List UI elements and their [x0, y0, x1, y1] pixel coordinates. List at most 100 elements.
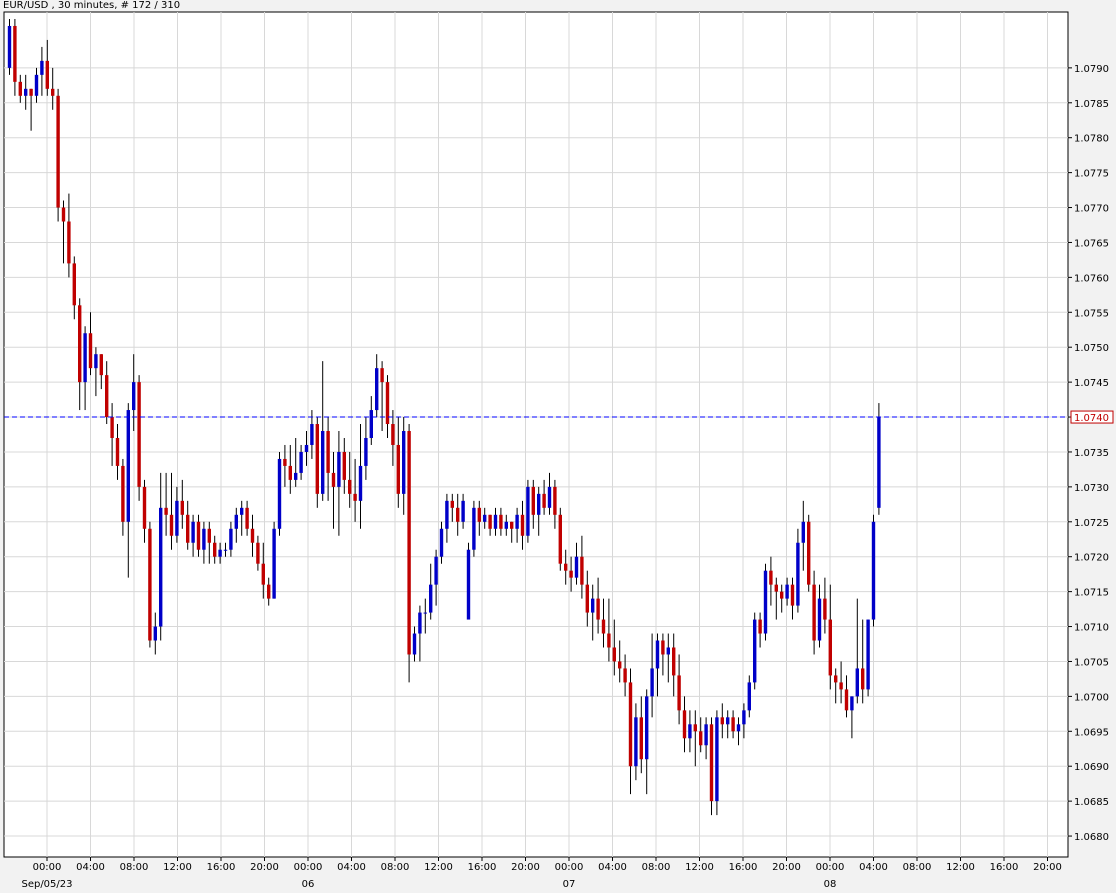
candle-body: [672, 647, 676, 676]
candle-body: [331, 472, 336, 487]
candle-body: [256, 542, 260, 564]
candle: [709, 717, 714, 816]
y-tick-label: 1.0735: [1074, 448, 1109, 459]
y-tick-label: 1.0780: [1074, 134, 1109, 145]
candle-body: [288, 465, 292, 480]
candle-body: [353, 493, 357, 501]
x-tick-label: 00:00: [816, 862, 845, 873]
candle-body: [78, 305, 82, 383]
x-tick-label: 20:00: [1033, 862, 1062, 873]
candle-body: [342, 451, 346, 480]
candle: [7, 18, 12, 75]
candle-body: [817, 598, 822, 641]
candle-body: [272, 528, 276, 599]
x-tick-label: 04:00: [859, 862, 888, 873]
candle-body: [418, 612, 422, 634]
candle-body: [601, 619, 606, 634]
candle-body: [731, 717, 735, 732]
y-tick-label: 1.0720: [1074, 553, 1109, 564]
candle-body: [715, 717, 719, 802]
candle-body: [202, 528, 206, 550]
x-tick-label: 16:00: [207, 862, 236, 873]
candle-body: [72, 263, 76, 306]
y-tick-label: 1.0765: [1074, 238, 1109, 249]
candle-body: [823, 598, 827, 620]
candle-body: [510, 521, 514, 529]
candle-body: [364, 437, 368, 466]
candle-body: [839, 682, 843, 690]
candle-body: [223, 549, 228, 551]
y-tick-label: 1.0775: [1074, 169, 1109, 180]
x-tick-label: 16:00: [468, 862, 497, 873]
y-tick-label: 1.0680: [1074, 832, 1109, 843]
candle-body: [709, 724, 714, 802]
candle-body: [99, 354, 103, 376]
candle: [866, 619, 870, 697]
candle-body: [769, 570, 773, 585]
y-tick-label: 1.0685: [1074, 797, 1109, 808]
candle-body: [180, 500, 184, 515]
candle-body: [283, 458, 287, 466]
candle-body: [812, 584, 816, 641]
candle-body: [655, 640, 660, 669]
y-tick-label: 1.0715: [1074, 588, 1109, 599]
candle: [558, 507, 562, 571]
candle-body: [801, 521, 805, 543]
candle: [871, 514, 876, 627]
candlestick-chart[interactable]: 1.0680 1.0685 1.0690 1.0695 1.0700 1.0705 1.07…: [0, 0, 1116, 893]
candle-body: [693, 724, 697, 732]
x-tick-label: 12:00: [685, 862, 714, 873]
candle-body: [780, 591, 784, 599]
candle-body: [634, 717, 638, 767]
candle-body: [445, 500, 449, 529]
candle-body: [412, 633, 417, 655]
candle-body: [661, 640, 665, 655]
candle-body: [861, 668, 865, 690]
candle-body: [704, 724, 708, 746]
candle-body: [385, 382, 390, 425]
candle-body: [429, 584, 433, 613]
y-tick-label: 1.0690: [1074, 762, 1109, 773]
candle-body: [186, 514, 190, 543]
candle-body: [142, 486, 147, 529]
current-price-label: 1.0740: [1074, 413, 1109, 424]
candle-body: [499, 514, 503, 529]
candle: [807, 514, 811, 592]
candle-body: [240, 507, 244, 515]
candle-body: [466, 549, 471, 620]
candle-body: [677, 675, 681, 711]
candle: [526, 479, 530, 543]
y-tick-label: 1.0750: [1074, 343, 1109, 354]
candle-body: [326, 431, 330, 473]
candle-body: [618, 661, 622, 669]
candle-body: [304, 444, 309, 452]
candle-body: [477, 507, 481, 522]
x-date-label: 07: [563, 879, 576, 890]
candle-body: [88, 333, 93, 369]
candle-body: [245, 507, 249, 529]
candle-body: [758, 619, 762, 634]
candle-body: [456, 507, 460, 522]
x-tick-label: 20:00: [511, 862, 540, 873]
candle-body: [94, 354, 98, 369]
candle-body: [591, 598, 595, 613]
candle-body: [774, 584, 778, 592]
candle: [715, 710, 719, 816]
candle-body: [7, 25, 12, 68]
candle-body: [83, 333, 87, 383]
candle-body: [547, 486, 552, 508]
candle-body: [159, 507, 163, 627]
candle-body: [369, 410, 373, 438]
x-date-label: 08: [824, 879, 837, 890]
candle-body: [515, 514, 519, 529]
candle-body: [526, 486, 530, 536]
y-tick-label: 1.0785: [1074, 99, 1109, 110]
candle-body: [607, 633, 611, 648]
x-axis: 00:00 04:00 08:00 12:00 16:00 20:00 00:00 04:00…: [21, 857, 1062, 890]
x-tick-label: 08:00: [381, 862, 410, 873]
candle-body: [828, 619, 832, 676]
candle-body: [29, 88, 33, 96]
candle-body: [645, 696, 649, 760]
x-tick-label: 08:00: [903, 862, 932, 873]
y-tick-label: 1.0695: [1074, 727, 1109, 738]
